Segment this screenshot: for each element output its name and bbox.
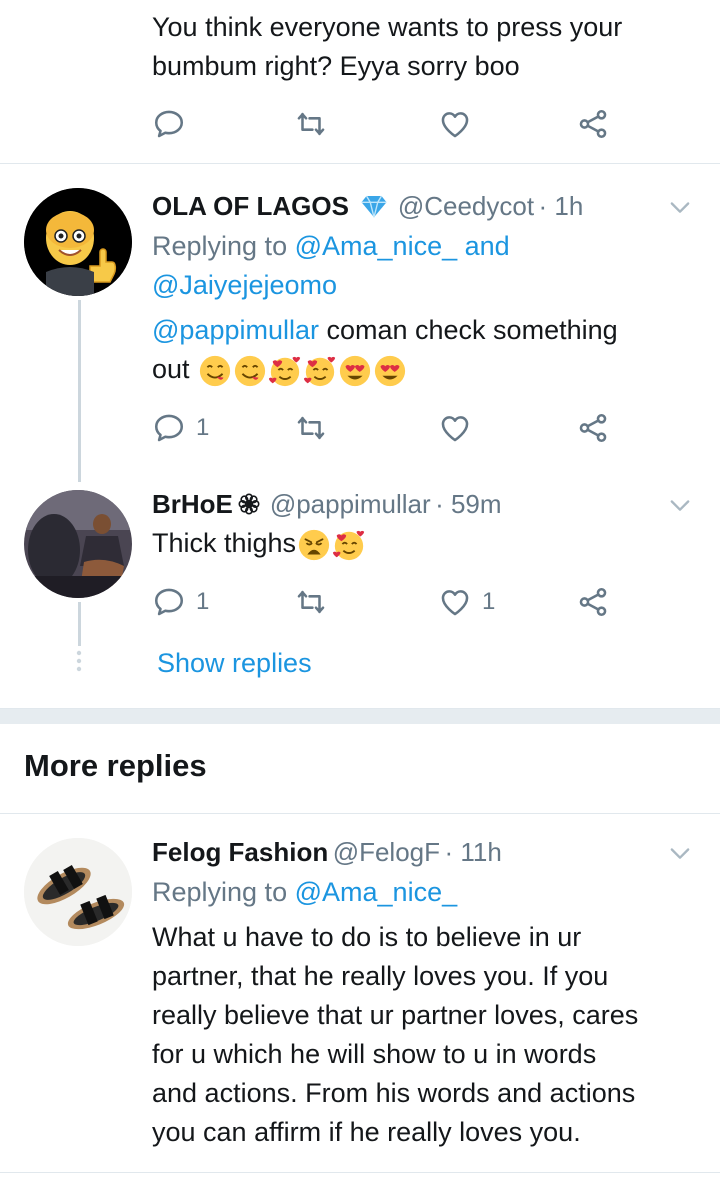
tweet-text-line: really believe that ur partner loves, ca… <box>152 1000 639 1030</box>
like-icon <box>441 112 469 138</box>
more-replies-heading: More replies <box>24 748 207 783</box>
like-button[interactable]: 1 <box>438 582 495 622</box>
divider <box>0 163 720 164</box>
timestamp[interactable]: · 59m <box>435 489 501 519</box>
timestamp[interactable]: · 11h <box>444 837 501 867</box>
tweet-header: BrHoE @pappimullar · 59m <box>152 486 502 527</box>
reply-count: 1 <box>196 588 210 615</box>
smiling-hearts-emoji-icon <box>304 356 336 386</box>
tweet-text: @pappimullar coman check something <box>152 315 618 345</box>
mention-link[interactable]: @Ama_nice_ <box>295 231 458 261</box>
share-button[interactable] <box>576 408 610 448</box>
handle[interactable]: @pappimullar <box>270 489 431 519</box>
chevron-down-icon[interactable] <box>666 839 694 867</box>
display-name[interactable]: OLA OF LAGOS <box>152 191 349 221</box>
weary-face-emoji-icon <box>298 529 330 560</box>
replying-to: Replying to @Ama_nice_ and <box>152 231 510 261</box>
heart-eyes-emoji-icon <box>374 355 406 386</box>
mention-link[interactable]: @Ama_nice_ <box>295 877 458 907</box>
mention-link[interactable]: @Jaiyejejeomo <box>152 270 337 300</box>
tweet-text: What u have to do is to believe in ur pa… <box>152 918 638 1152</box>
avatar-photo-image <box>24 490 132 598</box>
show-replies-link[interactable]: Show replies <box>157 644 312 682</box>
share-icon <box>579 587 607 617</box>
share-button[interactable] <box>576 582 610 622</box>
like-icon <box>441 416 469 442</box>
reply-icon <box>154 110 184 138</box>
tweet-text-line: for u which he will show to u in words <box>152 1039 597 1069</box>
yum-emoji-icon <box>199 355 231 386</box>
tweet-text-line: out <box>152 350 407 389</box>
tweet-text-line: you can affirm if he really loves you. <box>152 1117 581 1147</box>
tweet-text-line: bumbum right? Eyya sorry boo <box>152 51 520 81</box>
display-name[interactable]: Felog Fashion <box>152 837 328 867</box>
like-button[interactable] <box>438 408 472 448</box>
retweet-button[interactable] <box>294 582 328 622</box>
like-icon <box>441 590 469 616</box>
tweet-header: Felog Fashion @FelogF · 11h <box>152 834 502 875</box>
avatar-sandals-image <box>24 838 132 946</box>
chevron-down-icon[interactable] <box>666 193 694 221</box>
more-dots-icon <box>76 650 82 672</box>
share-icon <box>579 109 607 139</box>
tweet-actions: 1 1 <box>152 582 632 622</box>
replying-to-line2: @Jaiyejejeomo <box>152 266 337 305</box>
reply-button[interactable]: 1 <box>152 408 209 448</box>
retweet-button[interactable] <box>294 104 328 144</box>
heart-eyes-emoji-icon <box>339 355 371 386</box>
tweet-actions: 1 <box>152 408 632 448</box>
avatar-memoji-image <box>24 188 132 296</box>
tweet-text: Thick thighs <box>152 524 366 563</box>
section-separator <box>0 708 720 724</box>
timestamp[interactable]: · 1h <box>539 191 584 221</box>
tweet-text-line: partner, that he really loves you. If yo… <box>152 961 609 991</box>
tweet-header: OLA OF LAGOS @Ceedycot · 1h <box>152 188 583 229</box>
reply-icon <box>154 588 184 616</box>
yum-emoji-icon <box>234 355 266 386</box>
smiling-hearts-emoji-icon <box>333 530 365 560</box>
replying-to: Replying to @Ama_nice_ <box>152 877 458 907</box>
reply-button[interactable]: 1 <box>152 582 209 622</box>
smiling-hearts-emoji-icon <box>269 356 301 386</box>
verified-diamond-icon <box>361 195 387 218</box>
handle[interactable]: @Ceedycot <box>398 191 534 221</box>
thread-line <box>78 300 81 482</box>
tweet-text-line: and actions. From his words and actions <box>152 1078 636 1108</box>
retweet-icon <box>297 112 325 136</box>
mention-link[interactable]: @pappimullar <box>152 315 319 345</box>
like-count: 1 <box>482 588 496 615</box>
retweet-button[interactable] <box>294 408 328 448</box>
chevron-down-icon[interactable] <box>666 491 694 519</box>
divider <box>0 1172 720 1173</box>
flower-icon <box>238 493 260 515</box>
share-icon <box>579 413 607 443</box>
avatar[interactable] <box>24 490 132 598</box>
avatar[interactable] <box>24 838 132 946</box>
tweet-text-line: What u have to do is to believe in ur <box>152 922 582 952</box>
handle[interactable]: @FelogF <box>333 837 440 867</box>
reply-count: 1 <box>196 414 210 441</box>
like-button[interactable] <box>438 104 472 144</box>
share-button[interactable] <box>576 104 610 144</box>
reply-button[interactable] <box>152 104 186 144</box>
divider <box>0 708 720 709</box>
retweet-icon <box>297 416 325 440</box>
retweet-icon <box>297 590 325 614</box>
thread-line <box>78 602 81 646</box>
display-name[interactable]: BrHoE <box>152 489 233 519</box>
avatar[interactable] <box>24 188 132 296</box>
tweet-actions <box>152 104 632 144</box>
divider <box>0 813 720 814</box>
reply-icon <box>154 414 184 442</box>
tweet-text-line: You think everyone wants to press your <box>152 12 623 42</box>
